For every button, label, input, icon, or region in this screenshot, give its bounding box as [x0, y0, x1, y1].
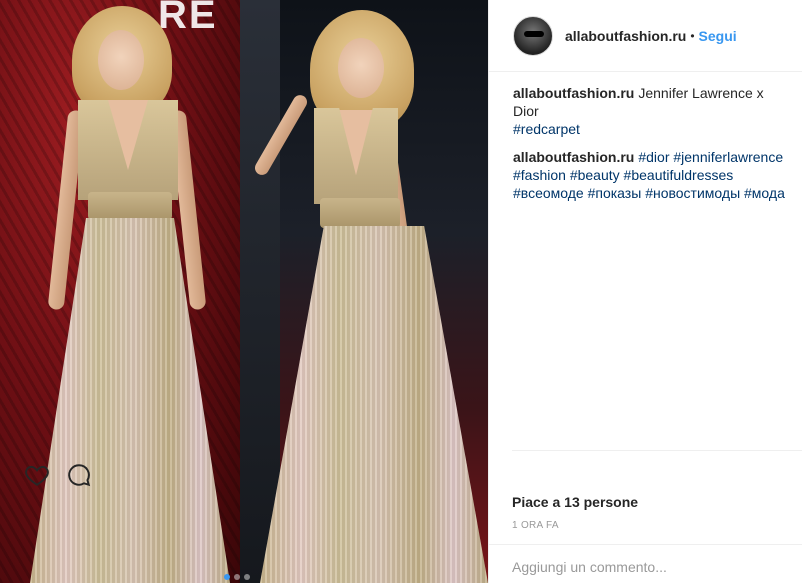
- carousel-dot-2[interactable]: [234, 574, 240, 580]
- likes-count[interactable]: Piace a 13 persone: [512, 494, 638, 510]
- hashtag-link[interactable]: #показы: [588, 185, 642, 201]
- hashtag-link[interactable]: #dior: [638, 149, 669, 165]
- hashtag-link[interactable]: #jenniferlawrence: [673, 149, 783, 165]
- comment-author[interactable]: allaboutfashion.ru: [513, 85, 634, 101]
- comment-item: allaboutfashion.ru Jennifer Lawrence x Di…: [513, 84, 793, 138]
- photo-figure-left: [0, 0, 240, 583]
- heart-icon[interactable]: [24, 462, 50, 488]
- comment-bubble-icon[interactable]: [66, 462, 92, 488]
- comment-author[interactable]: allaboutfashion.ru: [513, 149, 634, 165]
- avatar[interactable]: [513, 15, 553, 56]
- post-header: allaboutfashion.ru • Segui: [489, 0, 802, 72]
- header-separator: •: [690, 28, 695, 43]
- post-photo[interactable]: RE: [0, 0, 488, 583]
- hashtag-link[interactable]: #beauty: [570, 167, 620, 183]
- carousel-dot-3[interactable]: [244, 574, 250, 580]
- photo-figure-right: [240, 0, 488, 583]
- hashtag-link[interactable]: #мода: [744, 185, 785, 201]
- hashtag-link[interactable]: #новостимоды: [645, 185, 740, 201]
- actions-divider: [512, 450, 802, 451]
- post-actions: [24, 462, 314, 488]
- carousel-dot-1[interactable]: [224, 574, 230, 580]
- username-link[interactable]: allaboutfashion.ru: [565, 28, 686, 44]
- comments-list: allaboutfashion.ru Jennifer Lawrence x Di…: [489, 72, 802, 450]
- follow-button[interactable]: Segui: [699, 28, 737, 44]
- hashtag-link[interactable]: #beautifuldresses: [624, 167, 734, 183]
- post-timestamp[interactable]: 1 ORA FA: [512, 520, 559, 531]
- hashtag-link[interactable]: #redcarpet: [513, 121, 580, 137]
- comment-item: allaboutfashion.ru #dior #jenniferlawrenc…: [513, 148, 793, 202]
- add-comment-input[interactable]: Aggiungi un commento...: [488, 544, 802, 583]
- hashtag-link[interactable]: #fashion: [513, 167, 566, 183]
- hashtag-link[interactable]: #всеомоде: [513, 185, 584, 201]
- carousel-indicator: [224, 574, 250, 580]
